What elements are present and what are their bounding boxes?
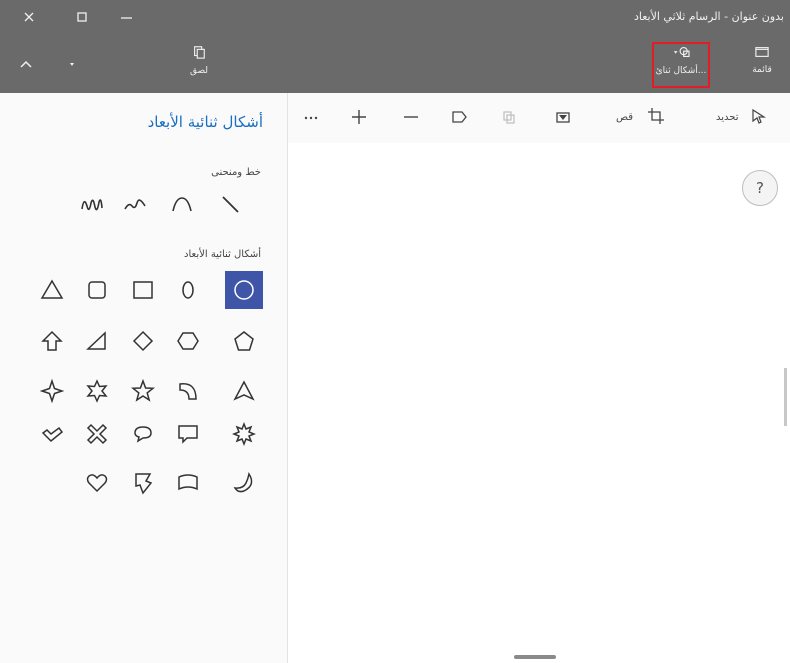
close-icon[interactable] [18, 8, 40, 26]
chevron-up-icon[interactable] [16, 56, 36, 72]
dropdown-caret-icon[interactable] [64, 56, 80, 72]
paste-button[interactable]: لصق [178, 44, 220, 84]
crescent-shape-icon[interactable] [170, 374, 206, 408]
ribbon-bar: بدون عنوان - الرسام ثلاثي الأبعاد لصق أش… [0, 0, 790, 93]
menu-button[interactable]: قائمة [740, 44, 784, 84]
five-point-star-icon[interactable] [125, 374, 161, 408]
zigzag-line-icon[interactable] [74, 187, 110, 221]
menu-label: قائمة [752, 65, 772, 75]
six-point-star-icon[interactable] [79, 374, 115, 408]
magic-select-icon[interactable] [554, 105, 572, 129]
help-button[interactable]: ? [742, 170, 778, 206]
arrow-up-icon[interactable] [34, 324, 70, 358]
window-title: بدون عنوان - الرسام ثلاثي الأبعاد [633, 10, 784, 23]
shapes-panel: أشكال ثنائية الأبعاد خط ومنحنى أشكال ثنا… [0, 93, 288, 663]
heart-icon[interactable] [79, 466, 115, 500]
pentagon-icon[interactable] [226, 324, 262, 358]
shapes-section-title: أشكال ثنائية الأبعاد [184, 249, 261, 260]
lines-section-title: خط ومنحنى [211, 167, 261, 178]
crop-icon [647, 107, 665, 128]
s-curve-icon[interactable] [117, 187, 153, 221]
triangle-icon[interactable] [34, 273, 70, 307]
arrow-down-shape-icon[interactable] [125, 466, 161, 500]
flag-icon[interactable] [450, 105, 468, 129]
panel-title: أشكال ثنائية الأبعاد [147, 113, 263, 131]
speech-bubble-icon[interactable] [170, 417, 206, 451]
arc-curve-icon[interactable] [164, 187, 200, 221]
crop-button[interactable]: قص [616, 105, 665, 129]
pyramid-icon[interactable] [226, 374, 262, 408]
more-options-icon[interactable] [302, 105, 320, 129]
burst-star-icon[interactable] [226, 417, 262, 451]
copy-icon[interactable] [500, 105, 518, 129]
minimize-icon[interactable] [116, 8, 138, 26]
select-button[interactable]: تحديد [716, 105, 767, 129]
hexagon-icon[interactable] [170, 324, 206, 358]
drawing-canvas[interactable] [289, 143, 790, 663]
scroll-banner-icon[interactable] [170, 466, 206, 500]
checkmark-shape-icon[interactable] [34, 417, 70, 451]
rounded-square-icon[interactable] [79, 273, 115, 307]
right-triangle-icon[interactable] [79, 324, 115, 358]
crop-label: قص [616, 111, 634, 123]
2d-shapes-button[interactable]: أشكال ثنائ... [652, 42, 710, 88]
cross-x-icon[interactable] [79, 417, 115, 451]
moon-icon[interactable] [226, 466, 262, 500]
diamond-icon[interactable] [125, 324, 161, 358]
2d-shapes-icon [668, 45, 694, 64]
paste-icon [192, 45, 206, 64]
zoom-in-icon[interactable] [350, 105, 368, 129]
square-icon[interactable] [125, 273, 161, 307]
thought-bubble-icon[interactable] [125, 417, 161, 451]
folder-icon [754, 44, 770, 63]
2d-shapes-label: أشكال ثنائ... [655, 66, 707, 76]
paste-label: لصق [189, 66, 209, 76]
straight-line-icon[interactable] [212, 187, 248, 221]
oval-outline-icon[interactable] [170, 273, 206, 307]
zoom-out-icon[interactable] [402, 105, 420, 129]
side-panel-handle[interactable] [784, 368, 787, 426]
canvas-toolbar: قص تحديد [288, 93, 790, 143]
select-icon [749, 107, 767, 128]
select-label: تحديد [716, 111, 739, 123]
four-point-star-icon[interactable] [34, 374, 70, 408]
horizontal-scrollbar[interactable] [514, 655, 556, 659]
circle-icon[interactable] [225, 271, 263, 309]
maximize-icon[interactable] [72, 8, 94, 26]
